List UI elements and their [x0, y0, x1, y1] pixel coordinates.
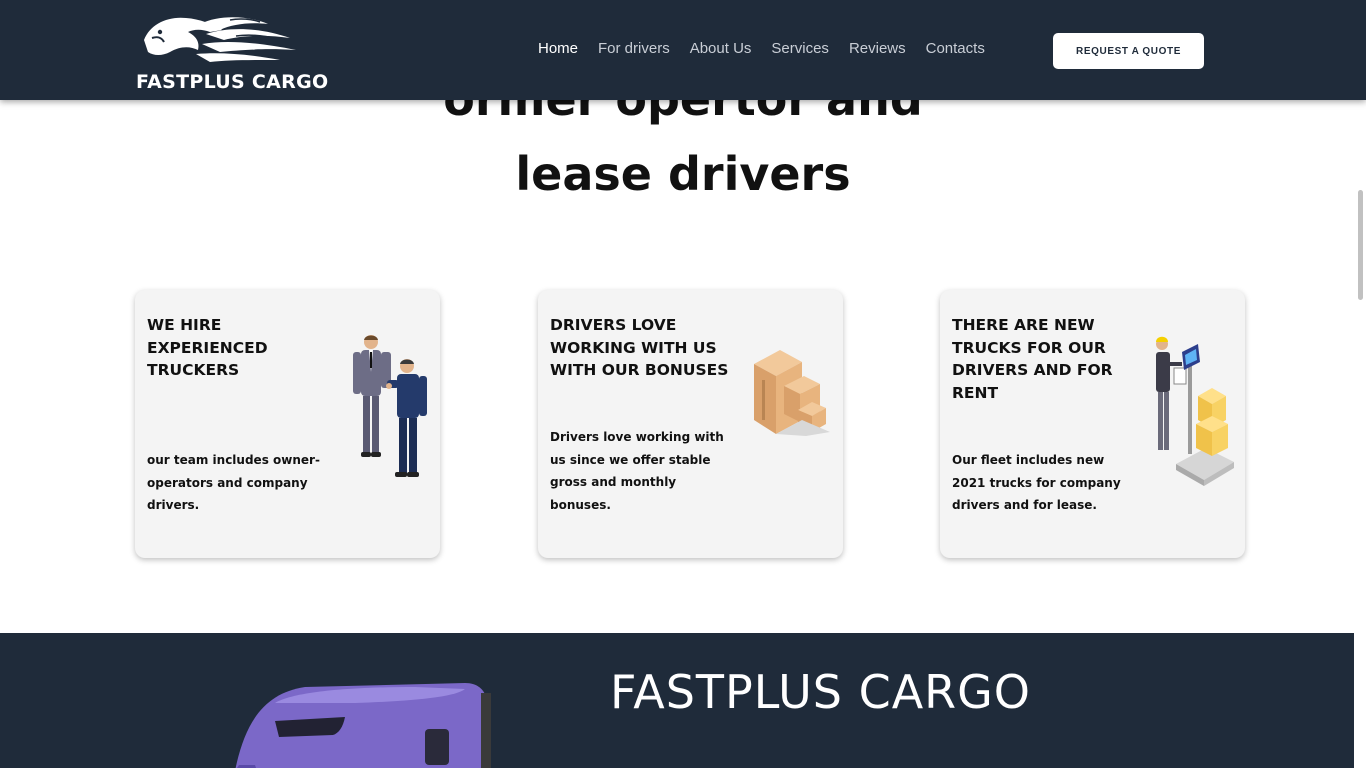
truck-icon — [235, 683, 491, 768]
nav-home[interactable]: Home — [538, 40, 578, 57]
card-text: our team includes owner-operators and co… — [147, 453, 320, 512]
scrollbar-thumb[interactable] — [1358, 190, 1363, 300]
card-title: THERE ARE NEW TRUCKS FOR OUR DRIVERS AND… — [952, 316, 1113, 402]
panther-logo-icon — [144, 17, 296, 62]
card-text: Our fleet includes new 2021 trucks for c… — [952, 453, 1121, 512]
nav-for-drivers[interactable]: For drivers — [598, 40, 670, 57]
handshake-icon — [353, 335, 427, 477]
warehouse-worker-icon — [1156, 336, 1234, 486]
nav-reviews[interactable]: Reviews — [849, 40, 906, 57]
feature-card-bonuses: DRIVERS LOVE WORKING WITH US WITH OUR BO… — [538, 290, 843, 558]
card-text: Drivers love working with us since we of… — [550, 430, 724, 512]
main-nav: Home For drivers About Us Services Revie… — [528, 40, 995, 57]
hero-heading-line-2: lease drivers — [515, 147, 851, 201]
nav-services[interactable]: Services — [771, 40, 829, 57]
nav-about-us[interactable]: About Us — [690, 40, 752, 57]
card-title: DRIVERS LOVE WORKING WITH US WITH OUR BO… — [550, 316, 729, 379]
company-section: FASTPLUS CARGO — [0, 633, 1354, 768]
card-title: WE HIRE EXPERIENCED TRUCKERS — [147, 316, 268, 379]
feature-card-trucks: THERE ARE NEW TRUCKS FOR OUR DRIVERS AND… — [940, 290, 1245, 558]
site-header: FASTPLUS CARGO Home For drivers About Us… — [0, 0, 1366, 100]
logo[interactable]: FASTPLUS CARGO — [136, 10, 329, 93]
nav-contacts[interactable]: Contacts — [926, 40, 985, 57]
request-quote-button[interactable]: REQUEST A QUOTE — [1053, 33, 1204, 69]
feature-card-hiring: WE HIRE EXPERIENCED TRUCKERS our team in… — [135, 290, 440, 558]
boxes-icon — [754, 350, 830, 436]
company-title: FASTPLUS CARGO — [610, 665, 1031, 719]
logo-text: FASTPLUS CARGO — [136, 71, 329, 93]
page-scrollbar[interactable] — [1354, 0, 1366, 768]
